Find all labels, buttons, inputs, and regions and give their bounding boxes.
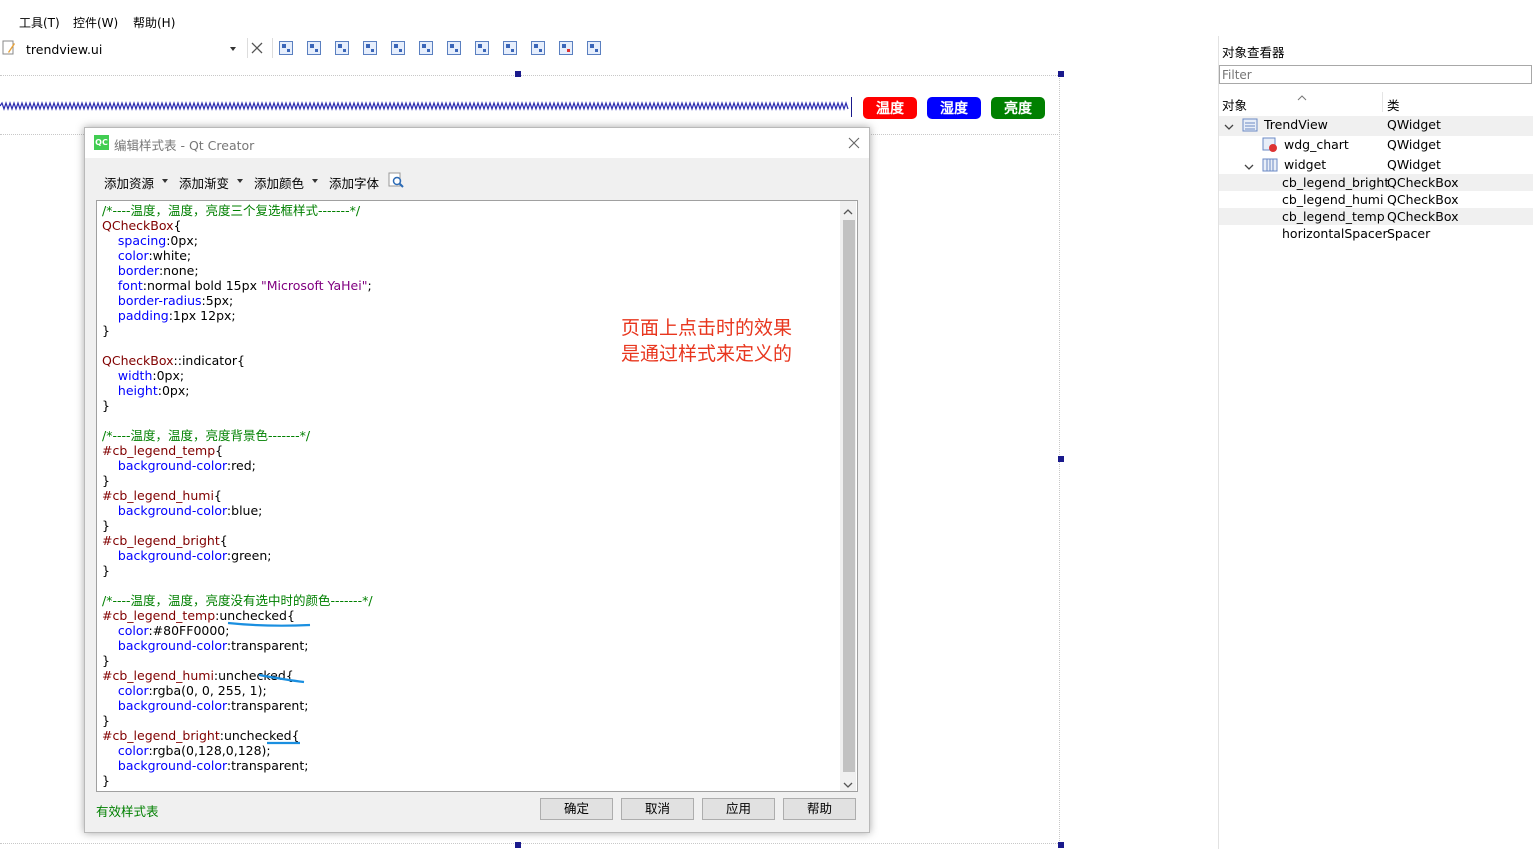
tree-row-cb-legend-temp[interactable]: cb_legend_temp QCheckBox [1219, 208, 1533, 225]
layout-grid-icon[interactable] [530, 40, 546, 56]
chevron-down-icon[interactable] [237, 179, 243, 183]
menu-help[interactable]: 帮助(H) [133, 14, 175, 31]
add-resource-menu[interactable]: 添加资源 [104, 173, 154, 192]
scroll-up-icon[interactable] [843, 205, 853, 219]
object-name: horizontalSpacer [1282, 226, 1388, 241]
annotation-underlines [227, 621, 311, 745]
header-divider [1382, 92, 1383, 112]
object-class: QWidget [1387, 157, 1441, 172]
edit-widgets-icon[interactable] [278, 40, 294, 56]
object-name: cb_legend_humi [1282, 192, 1384, 207]
horizontal-spacer[interactable] [0, 100, 850, 112]
layout-form-icon[interactable] [502, 40, 518, 56]
annotation-line-2: 是通过样式来定义的 [621, 343, 793, 365]
stylesheet-editor[interactable]: /*----温度，温度，亮度三个复选框样式-------*/QCheckBox{… [96, 200, 858, 792]
add-color-menu[interactable]: 添加颜色 [254, 173, 304, 192]
add-font-menu[interactable]: 添加字体 [329, 173, 379, 192]
resize-handle-bottom[interactable] [515, 842, 521, 848]
break-layout-icon[interactable] [558, 40, 574, 56]
edit-taborder-icon[interactable] [362, 40, 378, 56]
legend-bright-checkbox[interactable]: 亮度 [991, 97, 1045, 119]
object-class: QWidget [1387, 137, 1441, 152]
layout-vertical-icon[interactable] [418, 40, 434, 56]
tree-row-trendview[interactable]: TrendView QWidget [1219, 116, 1533, 136]
object-name: TrendView [1264, 117, 1328, 132]
file-toolbar [0, 36, 1216, 62]
expand-arrow-icon[interactable] [1224, 120, 1234, 134]
widget-broken-layout-icon [1262, 137, 1278, 156]
qt-creator-icon: QC [94, 135, 109, 150]
object-name: cb_legend_bright [1282, 175, 1390, 190]
add-gradient-menu[interactable]: 添加渐变 [179, 173, 229, 192]
object-name: wdg_chart [1284, 137, 1349, 152]
legend-humi-checkbox[interactable]: 湿度 [927, 97, 981, 119]
object-name: widget [1284, 157, 1327, 172]
form-widget-icon [1242, 117, 1258, 136]
close-document-icon[interactable] [251, 41, 263, 55]
resize-handle-top[interactable] [515, 71, 521, 77]
expand-arrow-icon[interactable] [1244, 160, 1254, 174]
stylesheet-status: 有效样式表 [96, 804, 159, 819]
stylesheet-dialog: QC 编辑样式表 - Qt Creator 添加资源 添加渐变 添加颜色 添加字… [84, 127, 870, 833]
menu-tools[interactable]: 工具(T) [19, 14, 60, 31]
legend-temp-checkbox[interactable]: 温度 [863, 97, 917, 119]
object-class: QCheckBox [1387, 192, 1459, 207]
find-icon[interactable] [388, 172, 405, 189]
form-border-top [0, 75, 1060, 76]
resize-handle-right[interactable] [1058, 456, 1064, 462]
chevron-down-icon[interactable] [162, 179, 168, 183]
scrollbar-thumb[interactable] [843, 220, 855, 772]
toolbar-separator [247, 38, 248, 58]
object-class: QCheckBox [1387, 175, 1459, 190]
adjust-size-icon[interactable] [586, 40, 602, 56]
layout-horizontal-icon[interactable] [390, 40, 406, 56]
object-class: QCheckBox [1387, 209, 1459, 224]
object-filter-input[interactable] [1219, 65, 1532, 84]
form-border-bottom [0, 843, 1060, 844]
object-class: Spacer [1387, 226, 1431, 241]
sort-asc-icon [1297, 90, 1307, 104]
edit-buddies-icon[interactable] [334, 40, 350, 56]
help-button[interactable]: 帮助 [783, 798, 856, 820]
file-combo-dropdown-icon[interactable] [230, 47, 236, 51]
spacer-end-marker [851, 97, 852, 117]
chevron-down-icon[interactable] [312, 179, 318, 183]
toolbar-separator [272, 38, 273, 58]
object-name: cb_legend_temp [1282, 209, 1385, 224]
dialog-title: 编辑样式表 - Qt Creator [114, 138, 255, 153]
layout-hsplitter-icon[interactable] [446, 40, 462, 56]
object-class: QWidget [1387, 117, 1441, 132]
tree-row-cb-legend-humi[interactable]: cb_legend_humi QCheckBox [1219, 191, 1533, 208]
tree-row-horizontalspacer[interactable]: horizontalSpacer Spacer [1219, 225, 1533, 242]
close-icon[interactable] [848, 137, 860, 149]
scroll-down-icon[interactable] [843, 778, 853, 791]
menu-widgets[interactable]: 控件(W) [73, 14, 118, 31]
hbox-layout-icon [1262, 157, 1278, 176]
object-inspector-title: 对象查看器 [1222, 45, 1285, 60]
open-file-combo[interactable]: trendview.ui [26, 42, 102, 57]
document-edit-icon [2, 40, 16, 56]
tree-row-cb-legend-bright[interactable]: cb_legend_bright QCheckBox [1219, 174, 1533, 191]
column-header-class[interactable]: 类 [1387, 95, 1400, 114]
cancel-button[interactable]: 取消 [621, 798, 694, 820]
apply-button[interactable]: 应用 [702, 798, 775, 820]
resize-handle-top-right[interactable] [1058, 71, 1064, 77]
annotation-line-1: 页面上点击时的效果 [621, 317, 793, 339]
ok-button[interactable]: 确定 [540, 798, 613, 820]
layout-vsplitter-icon[interactable] [474, 40, 490, 56]
column-header-object[interactable]: 对象 [1222, 95, 1247, 114]
menu-bar: 工具(T) 控件(W) 帮助(H) [0, 0, 1533, 36]
edit-signals-icon[interactable] [306, 40, 322, 56]
resize-handle-bottom-right[interactable] [1058, 842, 1064, 848]
